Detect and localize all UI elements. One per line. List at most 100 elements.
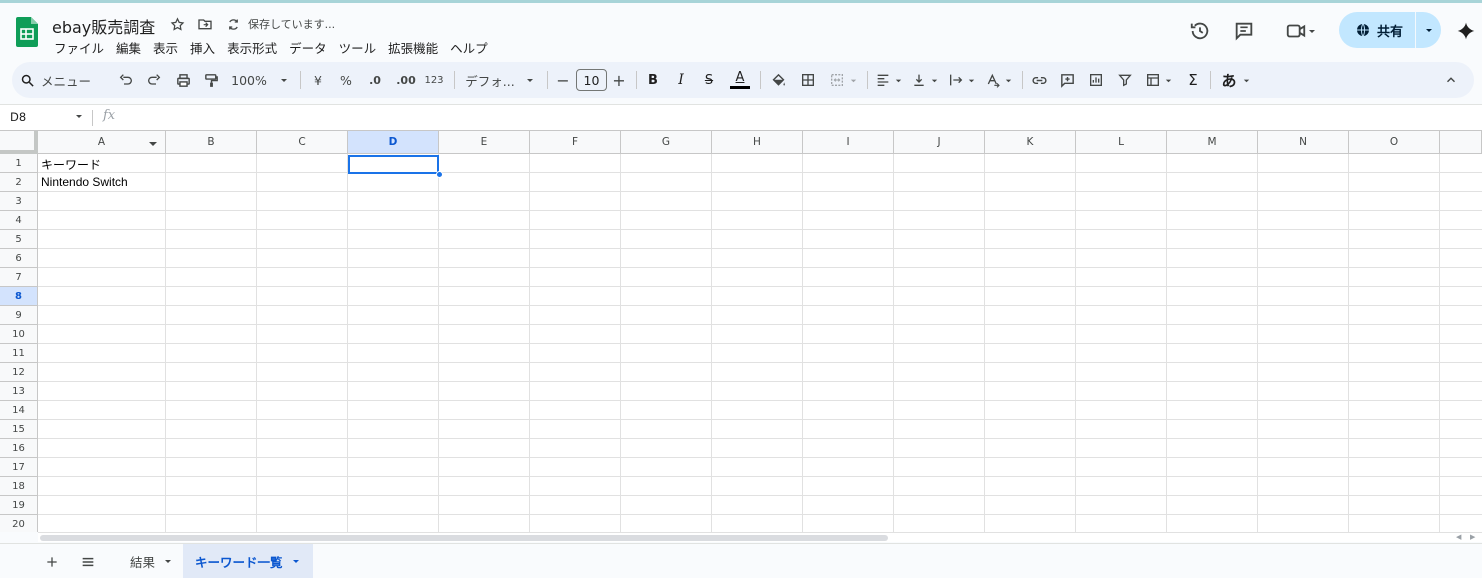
row-header-4[interactable]: 4 xyxy=(0,211,38,230)
row-header-16[interactable]: 16 xyxy=(0,439,38,458)
fill-color-icon[interactable] xyxy=(766,62,790,98)
column-header-h[interactable]: H xyxy=(712,131,803,154)
decrease-font-size-button[interactable]: − xyxy=(554,62,572,98)
zoom-select[interactable]: 100% xyxy=(230,62,290,98)
select-all-corner[interactable] xyxy=(0,131,38,154)
row-header-5[interactable]: 5 xyxy=(0,230,38,249)
increase-decimal-button[interactable]: .00 xyxy=(392,62,420,98)
column-header-f[interactable]: F xyxy=(530,131,621,154)
column-header-o[interactable]: O xyxy=(1349,131,1440,154)
insert-link-icon[interactable] xyxy=(1028,62,1050,98)
column-header-k[interactable]: K xyxy=(985,131,1076,154)
column-header-b[interactable]: B xyxy=(166,131,257,154)
redo-icon[interactable] xyxy=(142,62,166,98)
functions-button[interactable]: Σ xyxy=(1182,62,1204,98)
row-header-11[interactable]: 11 xyxy=(0,344,38,363)
text-wrap-icon[interactable] xyxy=(945,62,979,98)
strikethrough-button[interactable]: S xyxy=(699,62,719,98)
horizontal-align-icon[interactable] xyxy=(872,62,906,98)
cell-a2[interactable]: Nintendo Switch xyxy=(41,175,128,189)
column-header-n[interactable]: N xyxy=(1258,131,1349,154)
menu-extensions[interactable]: 拡張機能 xyxy=(382,38,444,57)
column-header-e[interactable]: E xyxy=(439,131,530,154)
add-sheet-icon[interactable] xyxy=(42,552,62,572)
column-header-m[interactable]: M xyxy=(1167,131,1258,154)
menu-file[interactable]: ファイル xyxy=(48,38,110,57)
move-folder-icon[interactable] xyxy=(196,15,214,33)
column-header-j[interactable]: J xyxy=(894,131,985,154)
row-header-9[interactable]: 9 xyxy=(0,306,38,325)
insert-chart-icon[interactable] xyxy=(1085,62,1107,98)
row-header-13[interactable]: 13 xyxy=(0,382,38,401)
row-header-8[interactable]: 8 xyxy=(0,287,38,306)
sheet-tab-results-dropdown-icon[interactable] xyxy=(163,556,173,566)
text-color-button[interactable]: A xyxy=(728,62,752,98)
column-header-d[interactable]: D xyxy=(348,131,439,154)
sheet-tab-keyword-list[interactable]: キーワード一覧 xyxy=(183,544,313,578)
number-format-button[interactable]: 123 xyxy=(422,62,446,98)
filter-views-icon[interactable] xyxy=(1142,62,1176,98)
cell-a1[interactable]: キーワード xyxy=(41,156,101,173)
increase-font-size-button[interactable]: + xyxy=(610,62,628,98)
collapse-toolbar-icon[interactable] xyxy=(1440,62,1462,98)
menu-insert[interactable]: 挿入 xyxy=(184,38,221,57)
comments-icon[interactable] xyxy=(1231,18,1257,44)
row-header-18[interactable]: 18 xyxy=(0,477,38,496)
row-header-20[interactable]: 20 xyxy=(0,515,38,532)
decrease-decimal-button[interactable]: .0 xyxy=(362,62,388,98)
document-title[interactable]: ebay販売調査 xyxy=(52,14,155,38)
menu-tools[interactable]: ツール xyxy=(333,38,383,57)
borders-icon[interactable] xyxy=(796,62,820,98)
column-header-l[interactable]: L xyxy=(1076,131,1167,154)
font-size-input[interactable]: 10 xyxy=(576,69,607,91)
sheet-tab-keyword-list-dropdown-icon[interactable] xyxy=(291,556,301,566)
row-header-19[interactable]: 19 xyxy=(0,496,38,515)
column-header-c[interactable]: C xyxy=(257,131,348,154)
row-header-14[interactable]: 14 xyxy=(0,401,38,420)
menu-help[interactable]: ヘルプ xyxy=(444,38,494,57)
row-header-6[interactable]: 6 xyxy=(0,249,38,268)
input-tools-button[interactable]: あ xyxy=(1218,62,1254,98)
insert-comment-icon[interactable] xyxy=(1056,62,1078,98)
menu-format[interactable]: 表示形式 xyxy=(221,38,283,57)
menu-search[interactable]: メニュー xyxy=(20,62,106,98)
fill-handle[interactable] xyxy=(436,171,443,178)
row-header-15[interactable]: 15 xyxy=(0,420,38,439)
scroll-left-icon[interactable]: ◀ xyxy=(1456,533,1461,541)
row-header-3[interactable]: 3 xyxy=(0,192,38,211)
horizontal-scrollbar[interactable]: ◀ ▶ xyxy=(38,532,1482,542)
all-sheets-icon[interactable] xyxy=(78,552,98,572)
meet-icon[interactable] xyxy=(1280,18,1322,44)
row-header-1[interactable]: 1 xyxy=(0,154,38,173)
menu-edit[interactable]: 編集 xyxy=(110,38,147,57)
column-a-dropdown-icon[interactable] xyxy=(148,139,158,149)
row-header-12[interactable]: 12 xyxy=(0,363,38,382)
row-header-10[interactable]: 10 xyxy=(0,325,38,344)
name-box[interactable]: D8 xyxy=(10,110,26,124)
undo-icon[interactable] xyxy=(114,62,138,98)
row-header-2[interactable]: 2 xyxy=(0,173,38,192)
filter-icon[interactable] xyxy=(1114,62,1136,98)
text-rotation-icon[interactable] xyxy=(982,62,1016,98)
version-history-icon[interactable] xyxy=(1187,18,1213,44)
bold-button[interactable]: B xyxy=(643,62,663,98)
share-dropdown-icon[interactable] xyxy=(1416,25,1441,35)
row-header-7[interactable]: 7 xyxy=(0,268,38,287)
share-button[interactable]: 共有 xyxy=(1339,12,1441,48)
merge-cells-icon[interactable] xyxy=(824,62,862,98)
menu-data[interactable]: データ xyxy=(283,38,333,57)
sheet-tab-results[interactable]: 結果 xyxy=(118,544,185,578)
column-header-a[interactable]: A xyxy=(38,131,166,154)
print-icon[interactable] xyxy=(171,62,195,98)
paint-format-icon[interactable] xyxy=(199,62,223,98)
font-family-select[interactable]: デフォ... xyxy=(462,62,538,98)
column-header-i[interactable]: I xyxy=(803,131,894,154)
star-icon[interactable] xyxy=(168,15,186,33)
gemini-sparkle-icon[interactable] xyxy=(1453,18,1479,44)
scrollbar-thumb[interactable] xyxy=(40,535,888,541)
scroll-right-icon[interactable]: ▶ xyxy=(1470,533,1475,541)
row-header-17[interactable]: 17 xyxy=(0,458,38,477)
currency-format-button[interactable]: ¥ xyxy=(307,62,329,98)
menu-view[interactable]: 表示 xyxy=(147,38,184,57)
sheets-logo-icon[interactable] xyxy=(16,17,38,47)
